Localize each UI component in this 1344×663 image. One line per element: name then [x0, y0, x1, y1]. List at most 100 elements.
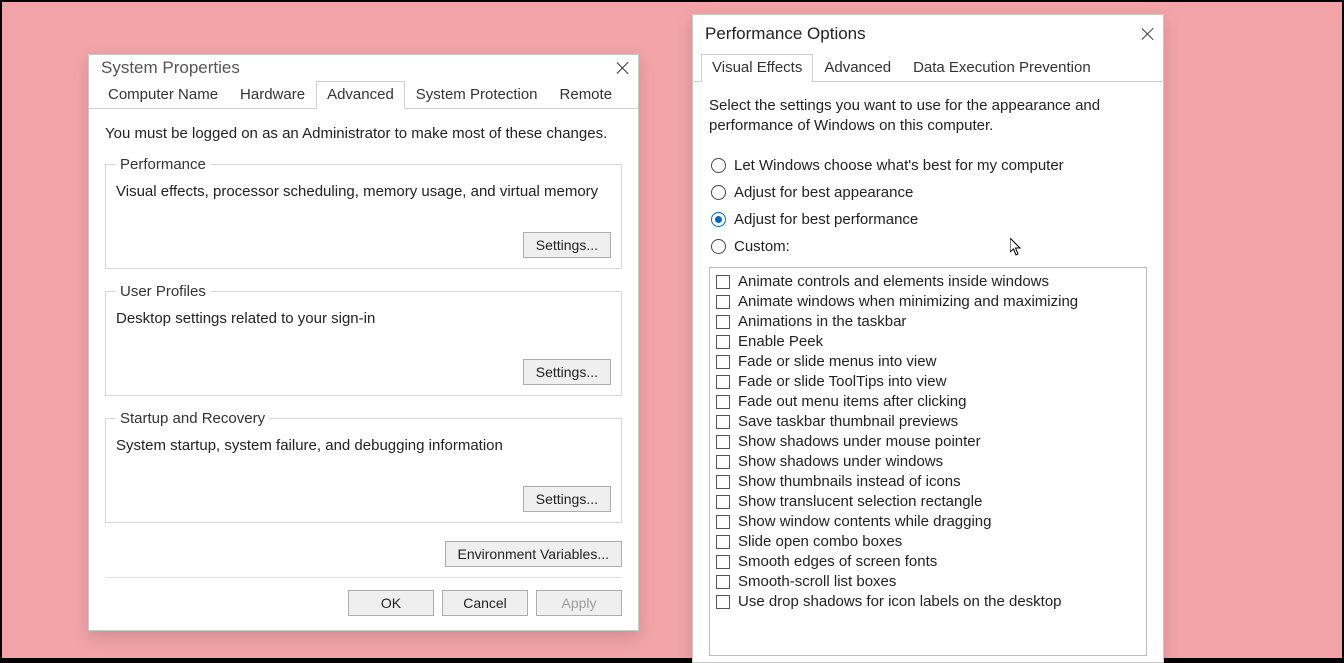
titlebar: Performance Options	[693, 15, 1163, 53]
checkbox-label: Animations in the taskbar	[738, 313, 906, 330]
group-desc: Visual effects, processor scheduling, me…	[116, 183, 611, 200]
checkbox-icon[interactable]	[716, 435, 730, 449]
checkbox-icon[interactable]	[716, 315, 730, 329]
checkbox-item[interactable]: Show thumbnails instead of icons	[716, 472, 1146, 492]
radio-icon[interactable]	[711, 185, 726, 200]
radio-option[interactable]: Adjust for best performance	[711, 211, 1147, 228]
ok-button[interactable]: OK	[348, 590, 434, 616]
environment-variables-button[interactable]: Environment Variables...	[445, 541, 622, 567]
checkbox-item[interactable]: Animations in the taskbar	[716, 312, 1146, 332]
checkbox-icon[interactable]	[716, 415, 730, 429]
group-legend: Performance	[116, 156, 210, 173]
admin-note: You must be logged on as an Administrato…	[105, 125, 622, 142]
tab-advanced[interactable]: Advanced	[316, 81, 405, 109]
checkbox-icon[interactable]	[716, 495, 730, 509]
group-legend: User Profiles	[116, 283, 210, 300]
system-properties-window: System Properties Computer NameHardwareA…	[88, 54, 639, 631]
checkbox-item[interactable]: Animate windows when minimizing and maxi…	[716, 292, 1146, 312]
checkbox-label: Fade or slide menus into view	[738, 353, 936, 370]
checkbox-label: Slide open combo boxes	[738, 533, 902, 550]
group-startup-recovery: Startup and Recovery System startup, sys…	[105, 410, 622, 523]
visual-effects-list[interactable]: Animate controls and elements inside win…	[709, 267, 1147, 657]
radio-label: Adjust for best appearance	[734, 184, 913, 201]
window-title: Performance Options	[705, 24, 866, 44]
radio-icon[interactable]	[711, 239, 726, 254]
radio-icon[interactable]	[711, 212, 726, 227]
tab-advanced[interactable]: Advanced	[813, 54, 902, 82]
tab-row: Visual EffectsAdvancedData Execution Pre…	[693, 53, 1163, 82]
checkbox-icon[interactable]	[716, 375, 730, 389]
checkbox-icon[interactable]	[716, 595, 730, 609]
checkbox-label: Fade or slide ToolTips into view	[738, 373, 946, 390]
checkbox-label: Fade out menu items after clicking	[738, 393, 966, 410]
titlebar: System Properties	[89, 55, 638, 80]
checkbox-icon[interactable]	[716, 455, 730, 469]
checkbox-item[interactable]: Show shadows under mouse pointer	[716, 432, 1146, 452]
checkbox-icon[interactable]	[716, 295, 730, 309]
checkbox-item[interactable]: Enable Peek	[716, 332, 1146, 352]
close-icon[interactable]	[616, 61, 630, 75]
checkbox-item[interactable]: Show window contents while dragging	[716, 512, 1146, 532]
checkbox-label: Smooth edges of screen fonts	[738, 553, 937, 570]
performance-options-window: Performance Options Visual EffectsAdvanc…	[692, 14, 1164, 663]
window-title: System Properties	[101, 58, 240, 78]
group-legend: Startup and Recovery	[116, 410, 269, 427]
radio-option[interactable]: Adjust for best appearance	[711, 184, 1147, 201]
checkbox-item[interactable]: Save taskbar thumbnail previews	[716, 412, 1146, 432]
checkbox-icon[interactable]	[716, 575, 730, 589]
checkbox-label: Show shadows under windows	[738, 453, 943, 470]
group-performance: Performance Visual effects, processor sc…	[105, 156, 622, 269]
performance-settings-button[interactable]: Settings...	[523, 232, 611, 258]
tab-computer-name[interactable]: Computer Name	[97, 81, 229, 109]
tab-row: Computer NameHardwareAdvancedSystem Prot…	[89, 80, 638, 109]
tab-remote[interactable]: Remote	[549, 81, 624, 109]
startup-recovery-settings-button[interactable]: Settings...	[523, 486, 611, 512]
checkbox-label: Show thumbnails instead of icons	[738, 473, 961, 490]
radio-label: Custom:	[734, 238, 790, 255]
checkbox-label: Show shadows under mouse pointer	[738, 433, 981, 450]
checkbox-label: Save taskbar thumbnail previews	[738, 413, 958, 430]
checkbox-item[interactable]: Show shadows under windows	[716, 452, 1146, 472]
checkbox-item[interactable]: Smooth edges of screen fonts	[716, 552, 1146, 572]
checkbox-icon[interactable]	[716, 335, 730, 349]
group-desc: System startup, system failure, and debu…	[116, 437, 611, 454]
user-profiles-settings-button[interactable]: Settings...	[523, 359, 611, 385]
tab-hardware[interactable]: Hardware	[229, 81, 316, 109]
radio-option[interactable]: Custom:	[711, 238, 1147, 255]
tab-data-execution-prevention[interactable]: Data Execution Prevention	[902, 54, 1102, 82]
group-desc: Desktop settings related to your sign-in	[116, 310, 611, 327]
checkbox-label: Smooth-scroll list boxes	[738, 573, 896, 590]
checkbox-item[interactable]: Fade out menu items after clicking	[716, 392, 1146, 412]
checkbox-icon[interactable]	[716, 355, 730, 369]
group-user-profiles: User Profiles Desktop settings related t…	[105, 283, 622, 396]
checkbox-item[interactable]: Slide open combo boxes	[716, 532, 1146, 552]
checkbox-label: Use drop shadows for icon labels on the …	[738, 593, 1062, 610]
checkbox-icon[interactable]	[716, 515, 730, 529]
checkbox-item[interactable]: Fade or slide menus into view	[716, 352, 1146, 372]
checkbox-icon[interactable]	[716, 555, 730, 569]
checkbox-label: Show window contents while dragging	[738, 513, 991, 530]
cancel-button[interactable]: Cancel	[442, 590, 528, 616]
checkbox-item[interactable]: Animate controls and elements inside win…	[716, 272, 1146, 292]
radio-label: Let Windows choose what's best for my co…	[734, 157, 1064, 174]
tab-system-protection[interactable]: System Protection	[405, 81, 549, 109]
checkbox-item[interactable]: Smooth-scroll list boxes	[716, 572, 1146, 592]
checkbox-label: Animate windows when minimizing and maxi…	[738, 293, 1078, 310]
checkbox-label: Animate controls and elements inside win…	[738, 273, 1049, 290]
checkbox-item[interactable]: Show translucent selection rectangle	[716, 492, 1146, 512]
radio-icon[interactable]	[711, 158, 726, 173]
apply-button[interactable]: Apply	[536, 590, 622, 616]
radio-option[interactable]: Let Windows choose what's best for my co…	[711, 157, 1147, 174]
close-icon[interactable]	[1141, 27, 1155, 41]
checkbox-icon[interactable]	[716, 275, 730, 289]
radio-label: Adjust for best performance	[734, 211, 918, 228]
checkbox-label: Enable Peek	[738, 333, 823, 350]
checkbox-label: Show translucent selection rectangle	[738, 493, 982, 510]
checkbox-item[interactable]: Use drop shadows for icon labels on the …	[716, 592, 1146, 612]
checkbox-item[interactable]: Fade or slide ToolTips into view	[716, 372, 1146, 392]
checkbox-icon[interactable]	[716, 395, 730, 409]
description: Select the settings you want to use for …	[709, 96, 1147, 137]
checkbox-icon[interactable]	[716, 475, 730, 489]
checkbox-icon[interactable]	[716, 535, 730, 549]
tab-visual-effects[interactable]: Visual Effects	[701, 54, 813, 82]
